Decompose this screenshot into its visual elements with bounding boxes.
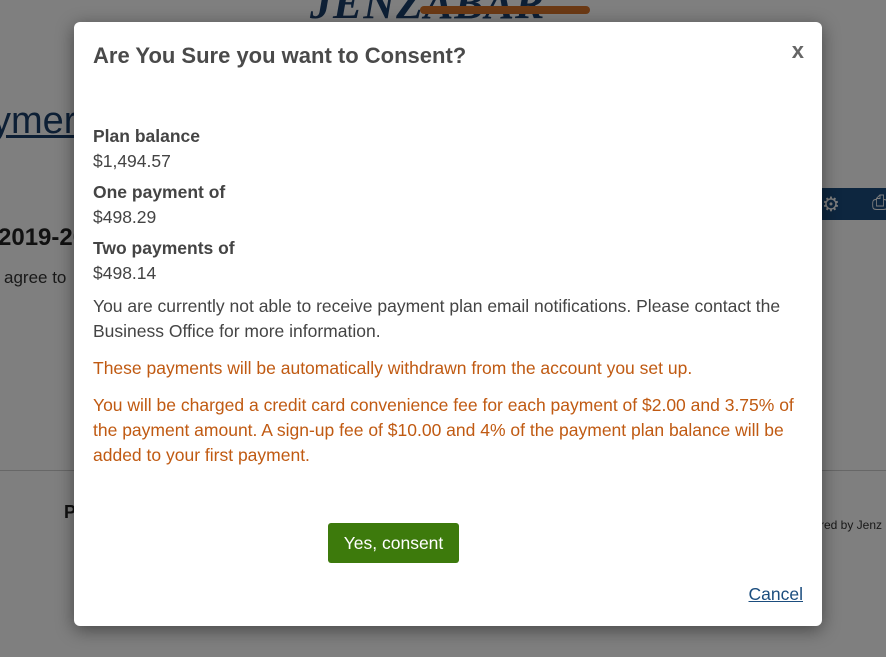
yes-consent-button[interactable]: Yes, consent — [328, 523, 459, 563]
fee-notice: You will be charged a credit card conven… — [93, 395, 794, 465]
dialog-title: Are You Sure you want to Consent? — [93, 43, 467, 68]
notification-text: You are currently not able to receive pa… — [93, 296, 781, 341]
plan-balance-label: Plan balance — [93, 126, 200, 146]
one-payment-label: One payment of — [93, 182, 226, 202]
plan-balance-value: $1,494.57 — [93, 151, 171, 171]
two-payments-label: Two payments of — [93, 238, 235, 258]
two-payments-value: $498.14 — [93, 263, 157, 283]
consent-dialog: Are You Sure you want to Consent? x Plan… — [74, 22, 822, 626]
close-button[interactable]: x — [792, 40, 804, 62]
one-payment-value: $498.29 — [93, 207, 157, 227]
dialog-body: Plan balance $1,494.57 One payment of $4… — [93, 124, 805, 480]
cancel-link[interactable]: Cancel — [749, 584, 803, 605]
withdrawal-notice: These payments will be automatically wit… — [93, 358, 693, 378]
